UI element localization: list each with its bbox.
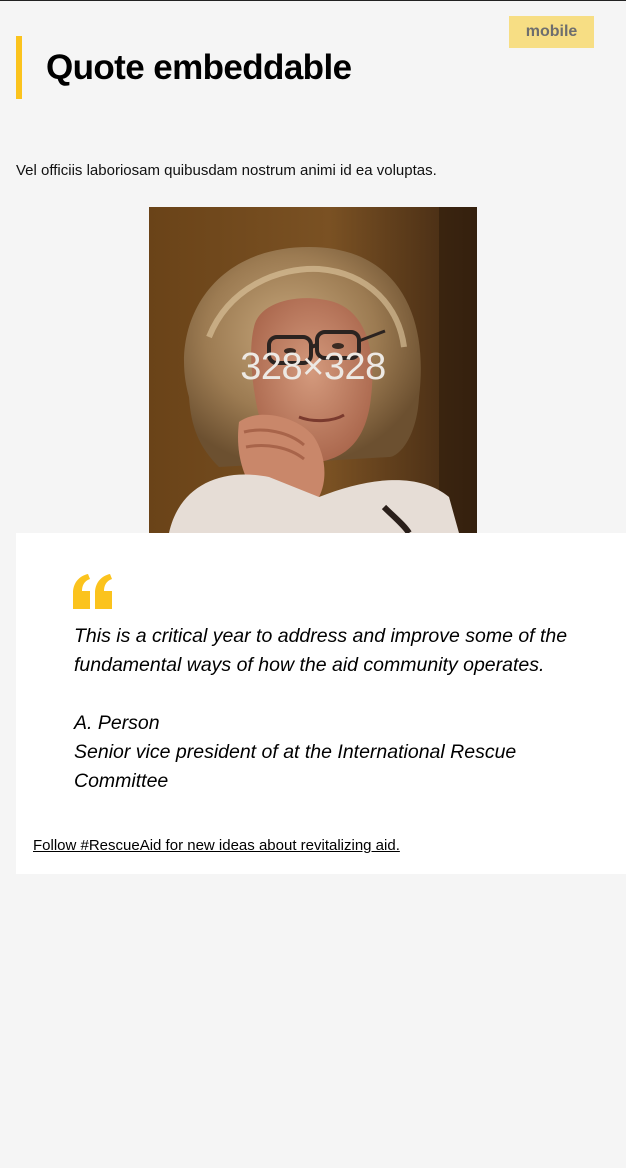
quote-attribution: A. Person Senior vice president of at th… <box>74 709 554 796</box>
quote-card: This is a critical year to address and i… <box>16 533 626 874</box>
quote-author-title: Senior vice president of at the Internat… <box>74 741 517 792</box>
follow-rescueaid-link[interactable]: Follow #RescueAid for new ideas about re… <box>33 836 400 856</box>
quote-text: This is a critical year to address and i… <box>74 625 568 676</box>
quote-mark-icon <box>71 573 115 616</box>
mobile-badge: mobile <box>509 16 594 48</box>
portrait-photo: 328×328 <box>149 207 477 533</box>
title-block: Quote embeddable <box>16 36 352 99</box>
image-size-label: 328×328 <box>240 346 386 388</box>
intro-paragraph: Vel officiis laboriosam quibusdam nostru… <box>16 162 437 179</box>
quote-author-name: A. Person <box>74 712 160 734</box>
page-title: Quote embeddable <box>46 47 352 87</box>
